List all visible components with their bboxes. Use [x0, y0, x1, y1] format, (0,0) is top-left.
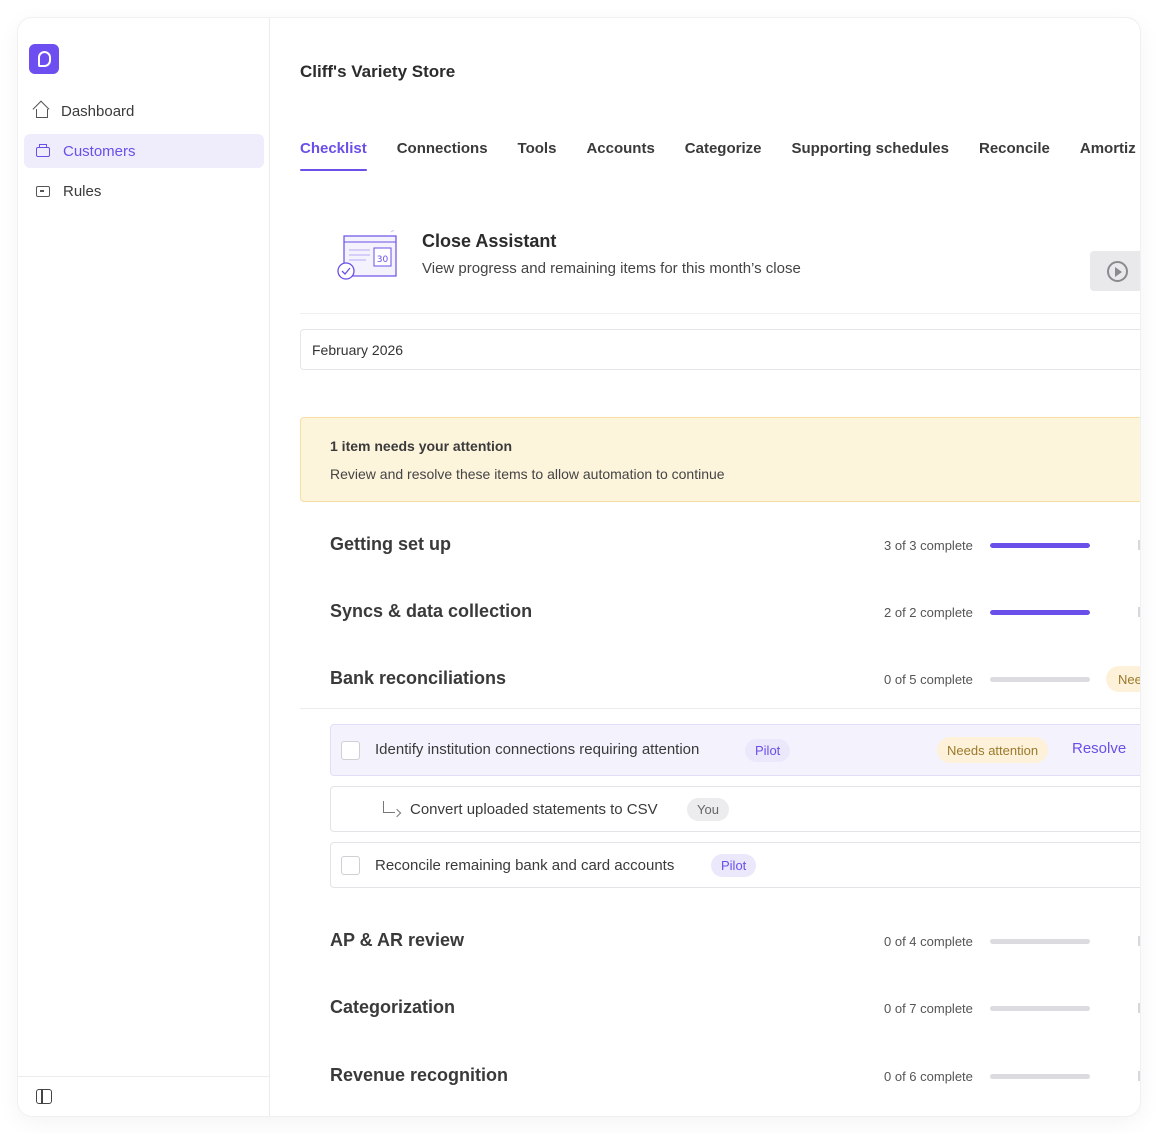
alert-message: Review and resolve these items to allow … — [330, 466, 725, 482]
section-chevron-icon — [1138, 1071, 1140, 1081]
section-title: Syncs & data collection — [330, 601, 533, 621]
tab-tools[interactable]: Tools — [518, 140, 557, 171]
main-content: Cliff's Variety Store Checklist Connecti… — [270, 18, 1140, 1116]
section-chevron-icon — [1138, 540, 1140, 550]
progress-bar — [990, 610, 1090, 615]
section-chevron-icon — [1138, 936, 1140, 946]
task-checkbox[interactable] — [341, 741, 360, 760]
section-title: Bank reconciliations — [330, 668, 507, 688]
sidebar-item-label: Rules — [63, 182, 102, 200]
sidebar-collapse-icon[interactable] — [36, 1089, 52, 1104]
task-row-reconcile-accounts[interactable]: Reconcile remaining bank and card accoun… — [330, 842, 1140, 888]
divider — [300, 708, 1140, 709]
section-count: 0 of 5 complete — [884, 672, 973, 687]
sidebar-item-label: Customers — [63, 142, 136, 160]
play-video-button[interactable] — [1090, 251, 1140, 291]
tab-supporting-schedules[interactable]: Supporting schedules — [791, 140, 949, 171]
section-count: 0 of 4 complete — [884, 934, 973, 949]
calendar-check-illustration: 30 — [337, 230, 397, 280]
progress-bar — [990, 1006, 1090, 1011]
task-row-convert-statements[interactable]: Convert uploaded statements to CSV You — [330, 786, 1140, 832]
task-label: Convert uploaded statements to CSV — [410, 801, 658, 818]
assistant-subtitle: View progress and remaining items for th… — [422, 260, 801, 277]
tab-amortization[interactable]: Amortiz — [1080, 140, 1136, 171]
progress-fill — [990, 610, 1090, 615]
section-syncs-data-collection[interactable]: Syncs & data collection 2 of 2 complete — [300, 593, 1140, 633]
tab-categorize[interactable]: Categorize — [685, 140, 762, 171]
play-circle-icon — [1107, 261, 1128, 282]
task-label: Identify institution connections requiri… — [375, 741, 700, 758]
section-count: 2 of 2 complete — [884, 605, 973, 620]
status-badge: Nee — [1106, 666, 1140, 692]
sidebar-item-label: Dashboard — [61, 102, 135, 120]
logo[interactable] — [29, 44, 59, 74]
illustration-date: 30 — [377, 255, 389, 265]
task-label: Reconcile remaining bank and card accoun… — [375, 857, 675, 874]
tab-bar: Checklist Connections Tools Accounts Cat… — [300, 140, 1140, 171]
month-select[interactable]: February 2026 — [300, 329, 1140, 370]
assignee-badge: You — [687, 798, 729, 821]
progress-fill — [990, 543, 1090, 548]
progress-bar — [990, 939, 1090, 944]
progress-bar — [990, 1074, 1090, 1079]
section-count: 3 of 3 complete — [884, 538, 973, 553]
sidebar-item-customers[interactable]: Customers — [24, 134, 264, 168]
section-getting-set-up[interactable]: Getting set up 3 of 3 complete — [300, 526, 1140, 566]
assignee-badge: Pilot — [711, 854, 757, 877]
sidebar-nav: Dashboard Customers Rules — [24, 94, 264, 214]
tab-checklist[interactable]: Checklist — [300, 140, 367, 171]
task-checkbox[interactable] — [341, 856, 360, 875]
resolve-link[interactable]: Resolve — [1072, 740, 1126, 757]
sidebar-item-dashboard[interactable]: Dashboard — [24, 94, 264, 128]
section-ap-ar-review[interactable]: AP & AR review 0 of 4 complete — [300, 922, 1140, 962]
logo-mark — [37, 51, 51, 67]
assignee-badge: Pilot — [745, 739, 791, 762]
section-categorization[interactable]: Categorization 0 of 7 complete — [300, 989, 1140, 1029]
section-bank-reconciliations[interactable]: Bank reconciliations 0 of 5 complete Nee — [300, 660, 1140, 700]
tab-accounts[interactable]: Accounts — [586, 140, 654, 171]
status-badge: Needs attention — [937, 737, 1049, 763]
progress-bar — [990, 677, 1090, 682]
section-count: 0 of 6 complete — [884, 1069, 973, 1084]
progress-bar — [990, 543, 1090, 548]
section-title: Categorization — [330, 997, 456, 1017]
tab-reconcile[interactable]: Reconcile — [979, 140, 1050, 171]
rules-icon — [36, 185, 50, 197]
section-title: Getting set up — [330, 534, 451, 554]
sidebar-footer — [18, 1076, 270, 1116]
task-row-identify-connections[interactable]: Identify institution connections requiri… — [330, 724, 1140, 776]
section-chevron-icon — [1138, 607, 1140, 617]
sidebar-item-rules[interactable]: Rules — [24, 174, 264, 208]
tab-connections[interactable]: Connections — [397, 140, 488, 171]
page-title: Cliff's Variety Store — [300, 62, 456, 81]
close-assistant-card: 30 Close Assistant View progress and rem… — [300, 218, 1140, 314]
attention-alert: 1 item needs your attention Review and r… — [300, 417, 1140, 502]
section-chevron-icon — [1138, 1003, 1140, 1013]
alert-title: 1 item needs your attention — [330, 438, 513, 454]
sidebar: Dashboard Customers Rules — [18, 18, 270, 1116]
section-count: 0 of 7 complete — [884, 1001, 973, 1016]
home-icon — [36, 109, 48, 118]
customers-icon — [36, 144, 50, 157]
app-window: Dashboard Customers Rules Cliff's Variet… — [18, 18, 1140, 1116]
section-title: AP & AR review — [330, 930, 465, 950]
section-revenue-recognition[interactable]: Revenue recognition 0 of 6 complete — [300, 1057, 1140, 1097]
subtask-arrow-icon — [383, 801, 395, 813]
assistant-title: Close Assistant — [422, 231, 557, 251]
section-title: Revenue recognition — [330, 1065, 509, 1085]
